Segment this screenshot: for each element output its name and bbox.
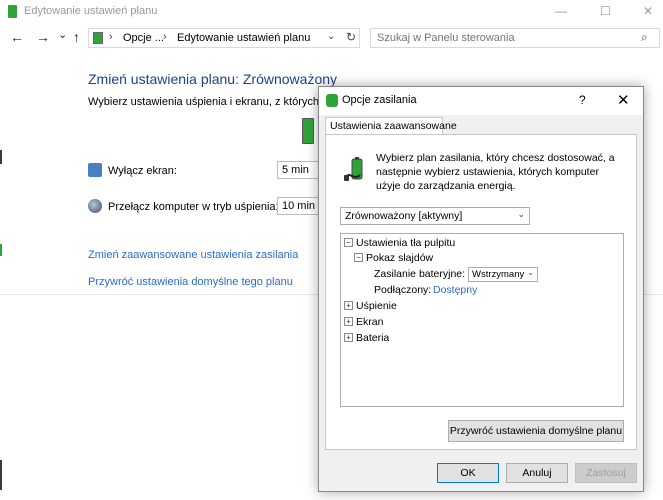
breadcrumb-power-options[interactable]: Opcje ... (123, 32, 164, 44)
edge-mark (0, 460, 2, 490)
sleep-label: Przełącz komputer w tryb uśpienia: (108, 201, 279, 213)
sleep-moon-icon (88, 199, 102, 213)
display-off-label: Wyłącz ekran: (108, 165, 177, 177)
forward-button[interactable]: → (36, 29, 50, 45)
address-bar[interactable]: › Opcje ... › Edytowanie ustawień planu … (88, 28, 360, 48)
dialog-title: Opcje zasilania (342, 94, 417, 106)
expand-icon[interactable]: + (344, 317, 353, 326)
expand-icon[interactable]: + (344, 333, 353, 342)
cancel-button[interactable]: Anuluj (506, 463, 568, 483)
dialog-instructions: Wybierz plan zasilania, który chcesz dos… (376, 152, 615, 192)
chevron-down-icon: ⌄ (527, 268, 534, 277)
collapse-icon[interactable]: − (354, 253, 363, 262)
search-input[interactable] (375, 31, 629, 45)
maximize-button[interactable]: ☐ (600, 4, 611, 18)
breadcrumb-edit-plan[interactable]: Edytowanie ustawień planu (177, 32, 310, 44)
window-title: Edytowanie ustawień planu (24, 5, 158, 17)
dialog-titlebar: Opcje zasilania ? ✕ (319, 87, 643, 115)
plugged-setting-label: Podłączony: (374, 284, 432, 296)
battery-icon (302, 118, 314, 144)
monitor-icon (88, 163, 102, 177)
advanced-settings-panel: Wybierz plan zasilania, który chcesz dos… (325, 134, 637, 450)
edge-mark (0, 244, 2, 256)
plugged-setting-value-link[interactable]: Dostępny (433, 284, 477, 296)
expand-icon[interactable]: + (344, 301, 353, 310)
minimize-button[interactable]: — (555, 4, 567, 18)
page-title: Zmień ustawienia planu: Zrównoważony (88, 71, 338, 87)
back-button[interactable]: ← (10, 29, 24, 45)
refresh-icon[interactable]: ↻ (346, 30, 356, 44)
restore-defaults-link[interactable]: Przywróć ustawienia domyślne tego planu (88, 276, 293, 288)
search-box[interactable]: ⌕ (370, 28, 660, 48)
page-description: Wybierz ustawienia uśpienia i ekranu, z … (88, 96, 346, 108)
navigation-bar: ← → ⌄ ↑ › Opcje ... › Edytowanie ustawie… (0, 26, 663, 50)
control-panel-icon (93, 32, 103, 44)
plan-select[interactable]: Zrównoważony [aktywny] ⌄ (340, 207, 530, 225)
breadcrumb-separator-icon: › (109, 31, 113, 43)
apply-button[interactable]: Zastosuj (575, 463, 637, 483)
tree-item-display[interactable]: + Ekran (344, 316, 383, 328)
tree-item-sleep[interactable]: + Uśpienie (344, 300, 397, 312)
edge-mark (0, 150, 2, 164)
battery-plug-icon (326, 94, 338, 107)
power-options-dialog: Opcje zasilania ? ✕ Ustawienia zaawansow… (318, 86, 644, 492)
window-titlebar: Edytowanie ustawień planu — ☐ ✕ (0, 0, 663, 24)
tree-item-battery[interactable]: + Bateria (344, 332, 389, 344)
breadcrumb-separator-icon: › (163, 31, 167, 43)
battery-setting-value: Wstrzymany (472, 269, 525, 280)
tab-advanced-settings[interactable]: Ustawienia zaawansowane (325, 117, 457, 135)
advanced-settings-link[interactable]: Zmień zaawansowane ustawienia zasilania (88, 249, 298, 261)
help-button[interactable]: ? (579, 93, 586, 107)
battery-setting-select[interactable]: Wstrzymany ⌄ (468, 267, 538, 282)
up-button[interactable]: ↑ (73, 29, 80, 45)
close-window-button[interactable]: ✕ (643, 4, 653, 18)
restore-plan-defaults-button[interactable]: Przywróć ustawienia domyślne planu (448, 420, 624, 442)
battery-app-icon (8, 5, 17, 18)
tree-item-slideshow[interactable]: − Pokaz slajdów (354, 252, 433, 264)
tree-item-desktop-background[interactable]: − Ustawienia tła pulpitu (344, 237, 455, 249)
battery-plug-icon (344, 157, 363, 181)
collapse-icon[interactable]: − (344, 238, 353, 247)
dialog-close-button[interactable]: ✕ (617, 91, 630, 109)
settings-tree[interactable]: − Ustawienia tła pulpitu − Pokaz slajdów Z… (340, 233, 624, 407)
chevron-down-icon: ⌄ (517, 209, 525, 219)
search-icon[interactable]: ⌕ (641, 30, 648, 45)
ok-button[interactable]: OK (437, 463, 499, 483)
recent-locations-button[interactable]: ⌄ (58, 28, 67, 41)
chevron-down-icon[interactable]: ⌄ (327, 31, 335, 42)
battery-setting-label: Zasilanie bateryjne: (374, 268, 466, 280)
plan-select-value: Zrównoważony [aktywny] (345, 210, 463, 222)
